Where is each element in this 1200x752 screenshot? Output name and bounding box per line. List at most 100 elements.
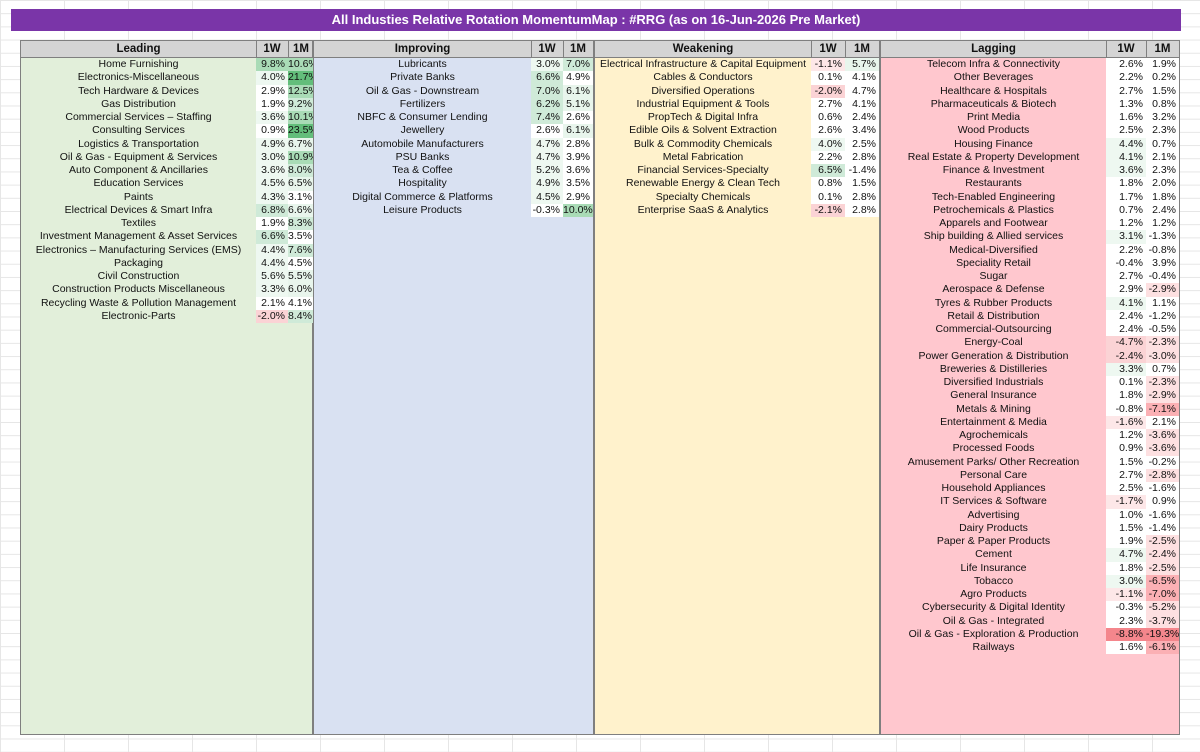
industry-name: Print Media — [966, 111, 1021, 123]
lagging-1m-header: 1M — [1154, 43, 1171, 55]
return-1m: 2.3% — [1146, 164, 1179, 178]
return-1m: 3.2% — [1146, 111, 1179, 125]
return-1w: 1.6% — [1106, 111, 1146, 125]
leading-1w-header: 1W — [263, 43, 281, 55]
table-row: Diversified Industrials 0.1% -2.3% — [881, 376, 1179, 390]
return-1m: -3.6% — [1146, 442, 1179, 456]
industry-name: Commercial-Outsourcing — [935, 323, 1052, 335]
return-1m: 0.8% — [1146, 97, 1179, 111]
return-1m: 6.6% — [288, 203, 314, 217]
return-1m: 3.4% — [845, 124, 879, 138]
weakening-panel: Weakening 1W 1M Electrical Infrastructure &… — [594, 40, 880, 735]
lagging-header: Lagging 1W 1M — [881, 41, 1180, 58]
table-row: Bulk & Commodity Chemicals 4.0% 2.5% — [595, 137, 879, 151]
return-1m: 8.3% — [288, 217, 314, 231]
improving-panel: Improving 1W 1M Lubricants 3.0% 7.0% Private B… — [313, 40, 594, 735]
table-row: Housing Finance 4.4% 0.7% — [881, 137, 1179, 151]
return-1w: -0.4% — [1106, 256, 1146, 270]
industry-name: Hospitality — [398, 177, 447, 190]
return-1w: 6.6% — [256, 230, 288, 244]
industry-name: Recycling Waste & Pollution Management — [40, 296, 237, 309]
industry-name: Housing Finance — [954, 137, 1033, 150]
return-1w: 5.2% — [531, 164, 563, 178]
return-1m: -7.1% — [1146, 402, 1179, 416]
return-1w: 1.8% — [1106, 389, 1146, 403]
return-1w: 1.0% — [1106, 508, 1146, 522]
table-row: Print Media 1.6% 3.2% — [881, 111, 1179, 125]
industry-name: Lubricants — [398, 58, 447, 70]
table-row: Hospitality 4.9% 3.5% — [314, 177, 593, 191]
return-1w: 4.7% — [531, 150, 563, 164]
industry-name: Electronic-Parts — [101, 309, 176, 322]
industry-name: Civil Construction — [97, 270, 180, 282]
table-row: Ship building & Allied services 3.1% -1.3% — [881, 230, 1179, 244]
table-row: Construction Products Miscellaneous 3.3% 6… — [21, 283, 314, 297]
industry-name: Energy-Coal — [964, 336, 1023, 349]
industry-name: Petrochemicals & Plastics — [933, 203, 1054, 216]
return-1w: 6.8% — [256, 203, 288, 217]
table-row: Digital Commerce & Platforms 4.5% 2.9% — [314, 190, 593, 204]
weakening-1w-header: 1W — [819, 43, 837, 55]
table-row: Personal Care 2.7% -2.8% — [881, 468, 1179, 482]
table-row: Oil & Gas - Equipment & Services 3.0% 10.9… — [21, 150, 318, 164]
industry-name: Wood Products — [957, 124, 1030, 137]
industry-name: Construction Products Miscellaneous — [52, 283, 225, 296]
industry-name: Advertising — [967, 508, 1020, 521]
return-1w: 9.8% — [256, 58, 288, 72]
return-1w: 0.9% — [1106, 442, 1146, 456]
return-1m: -7.0% — [1146, 588, 1179, 602]
page-title: All Industies Relative Rotation Momentum… — [11, 9, 1181, 31]
industry-name: Oil & Gas - Downstream — [365, 84, 480, 97]
table-row: Entertainment & Media -1.6% 2.1% — [881, 415, 1179, 429]
industry-name: Sugar — [979, 270, 1008, 282]
table-row: Diversified Operations -2.0% 4.7% — [595, 84, 879, 98]
return-1w: 1.5% — [1106, 521, 1146, 535]
return-1m: 12.5% — [288, 84, 318, 98]
return-1m: 3.1% — [288, 190, 314, 204]
return-1w: 1.6% — [1106, 641, 1146, 655]
return-1w: 0.1% — [1106, 376, 1146, 390]
weakening-1m-header: 1M — [854, 43, 870, 55]
table-row: Commercial Services – Staffing 3.6% 10.1% — [21, 111, 318, 125]
industry-name: Gas Distribution — [101, 97, 176, 110]
return-1w: 2.7% — [811, 97, 845, 111]
industry-name: Real Estate & Property Development — [907, 150, 1080, 163]
return-1m: -2.3% — [1146, 376, 1179, 390]
industry-name: PSU Banks — [395, 150, 450, 163]
industry-name: Personal Care — [959, 468, 1028, 481]
industry-name: Auto Component & Ancillaries — [69, 164, 208, 176]
return-1m: 10.9% — [288, 150, 318, 164]
return-1m: 2.1% — [1146, 150, 1179, 164]
industry-name: Paper & Paper Products — [936, 535, 1051, 547]
return-1w: 6.5% — [811, 164, 845, 178]
industry-name: Cement — [975, 548, 1012, 561]
return-1m: -2.8% — [1146, 468, 1179, 482]
return-1w: -2.0% — [811, 84, 845, 98]
return-1m: 6.5% — [288, 177, 314, 191]
return-1w: 6.2% — [531, 97, 563, 111]
return-1m: 6.7% — [288, 137, 314, 151]
table-row: Speciality Retail -0.4% 3.9% — [881, 256, 1179, 270]
return-1w: 4.7% — [1106, 548, 1146, 562]
return-1m: 2.4% — [1146, 203, 1179, 217]
table-row: Packaging 4.4% 4.5% — [21, 256, 314, 270]
return-1m: 1.9% — [1146, 58, 1179, 72]
return-1m: -6.5% — [1146, 574, 1179, 588]
return-1w: 3.0% — [1106, 574, 1146, 588]
weakening-header: Weakening 1W 1M — [595, 41, 880, 58]
return-1m: 0.7% — [1146, 137, 1179, 151]
industry-name: Agrochemicals — [959, 429, 1028, 441]
table-row: Sugar 2.7% -0.4% — [881, 270, 1179, 284]
table-row: Fertilizers 6.2% 5.1% — [314, 97, 593, 111]
industry-name: Cybersecurity & Digital Identity — [922, 601, 1065, 614]
return-1w: 2.9% — [1106, 283, 1146, 297]
return-1m: 0.9% — [1146, 495, 1179, 509]
table-row: Petrochemicals & Plastics 0.7% 2.4% — [881, 203, 1179, 217]
return-1w: 1.2% — [1106, 429, 1146, 443]
industry-name: Specialty Chemicals — [655, 190, 751, 203]
industry-name: Entertainment & Media — [940, 415, 1047, 428]
return-1m: 2.8% — [563, 137, 593, 151]
table-row: Jewellery 2.6% 6.1% — [314, 124, 593, 138]
return-1m: -0.5% — [1146, 323, 1179, 337]
table-row: Electronics – Manufacturing Services (EM… — [21, 243, 314, 257]
